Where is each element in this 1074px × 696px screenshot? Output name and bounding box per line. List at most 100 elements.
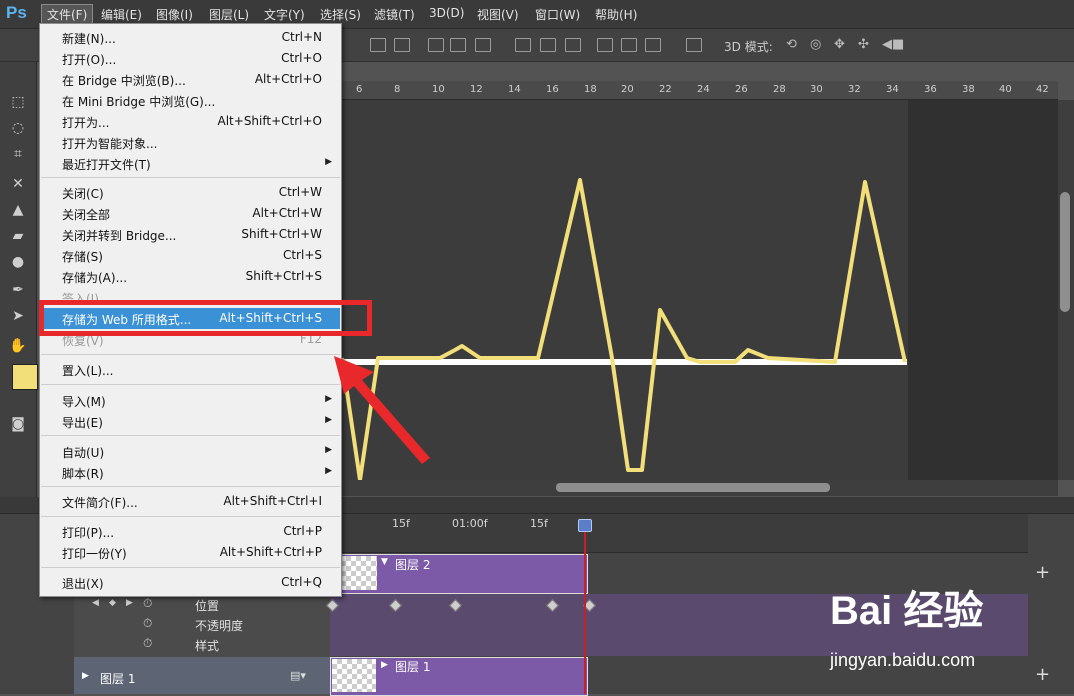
stamp-tool-icon[interactable]: ▲ (8, 200, 28, 220)
style-property-label: 样式 (195, 639, 220, 653)
distribute-vcenter-icon[interactable] (540, 38, 556, 52)
menu-item-print[interactable]: 打印(P)... Ctrl+P (41, 521, 340, 542)
menu-item-label: 置入(L)... (62, 364, 114, 378)
submenu-arrow-icon: ▶ (325, 157, 332, 167)
playhead-handle[interactable] (578, 519, 592, 532)
menu-item-close-all[interactable]: 关闭全部 Alt+Ctrl+W (41, 203, 340, 224)
menu-item-browse-bridge[interactable]: 在 Bridge 中浏览(B)... Alt+Ctrl+O (41, 69, 340, 90)
ruler-tick: 36 (924, 84, 937, 95)
menu-edit[interactable]: 编辑(E) (101, 6, 142, 23)
menu-item-open-as[interactable]: 打开为... Alt+Shift+Ctrl+O (41, 111, 340, 132)
align-left-icon[interactable] (428, 38, 444, 52)
distribute-top-icon[interactable] (515, 38, 531, 52)
hand-tool-icon[interactable]: ✋ (8, 336, 28, 356)
menu-item-label: 打印(P)... (62, 526, 115, 540)
layer1-clip-label: 图层 1 (395, 660, 431, 674)
blur-tool-icon[interactable]: ● (8, 252, 28, 272)
crop-tool-icon[interactable]: ⌗ (8, 144, 28, 164)
3d-roll-icon[interactable]: ◎ (810, 37, 821, 52)
next-keyframe-icon[interactable]: ▶ (126, 598, 133, 608)
stopwatch-icon[interactable]: ⏱ (143, 596, 152, 611)
add-keyframe-icon[interactable]: ◆ (109, 598, 116, 608)
expand-triangle-icon[interactable]: ▶ (82, 671, 89, 681)
timeline-ruler[interactable] (330, 514, 1028, 553)
menu-filter[interactable]: 滤镜(T) (374, 6, 415, 23)
stopwatch-icon[interactable]: ⏱ (143, 636, 152, 651)
3d-scale-icon[interactable]: ◀■ (882, 37, 904, 52)
layer2-thumbnail (341, 556, 377, 590)
marquee-tool-icon[interactable]: ⬚ (8, 92, 28, 112)
ruler-tick: 10 (432, 84, 445, 95)
menu-item-export[interactable]: 导出(E) ▶ (41, 411, 340, 432)
ruler-tick: 20 (621, 84, 634, 95)
menu-item-print-one[interactable]: 打印一份(Y) Alt+Shift+Ctrl+P (41, 542, 340, 563)
menu-item-shortcut: Alt+Shift+Ctrl+I (223, 494, 322, 508)
vertical-scroll-thumb[interactable] (1060, 192, 1070, 312)
menu-item-automate[interactable]: 自动(U) ▶ (41, 441, 340, 462)
menu-file[interactable]: 文件(F) (41, 4, 94, 25)
menu-item-shortcut: Ctrl+S (282, 248, 322, 262)
3d-rotate-icon[interactable]: ⟲ (786, 37, 797, 52)
ruler-tick: 16 (546, 84, 559, 95)
menu-item-close-go-bridge[interactable]: 关闭并转到 Bridge... Shift+Ctrl+W (41, 224, 340, 245)
3d-pan-icon[interactable]: ✥ (834, 37, 845, 52)
expand-triangle-icon[interactable]: ▶ (381, 660, 388, 670)
menu-item-label: 关闭(C) (62, 187, 104, 201)
menu-item-place[interactable]: 置入(L)... (41, 359, 340, 380)
menu-item-label: 在 Bridge 中浏览(B)... (62, 74, 186, 88)
menu-item-label: 自动(U) (62, 446, 105, 460)
menu-item-label: 文件简介(F)... (62, 496, 138, 510)
horizontal-scroll-thumb[interactable] (556, 483, 830, 492)
menu-item-recent-files[interactable]: 最近打开文件(T) ▶ (41, 153, 340, 174)
align-top-icon[interactable] (370, 38, 386, 52)
align-vcenter-icon[interactable] (394, 38, 410, 52)
menu-help[interactable]: 帮助(H) (595, 6, 637, 23)
menu-item-close[interactable]: 关闭(C) Ctrl+W (41, 182, 340, 203)
menu-item-scripts[interactable]: 脚本(R) ▶ (41, 462, 340, 483)
menu-item-new[interactable]: 新建(N)... Ctrl+N (41, 27, 340, 48)
lasso-tool-icon[interactable]: ◌ (8, 118, 28, 138)
menu-item-browse-mini-bridge[interactable]: 在 Mini Bridge 中浏览(G)... (41, 90, 340, 111)
menu-type[interactable]: 文字(Y) (264, 6, 305, 23)
distribute-hcenter-icon[interactable] (621, 38, 637, 52)
menu-select[interactable]: 选择(S) (320, 6, 361, 23)
menu-item-exit[interactable]: 退出(X) Ctrl+Q (41, 572, 340, 593)
quick-mask-icon[interactable]: ◙ (8, 414, 28, 434)
menu-item-import[interactable]: 导入(M) ▶ (41, 390, 340, 411)
position-property-label: 位置 (195, 599, 220, 613)
distribute-right-icon[interactable] (645, 38, 661, 52)
add-media-icon[interactable]: + (1035, 562, 1050, 583)
menu-separator (41, 516, 340, 517)
menu-layer[interactable]: 图层(L) (209, 6, 249, 23)
menu-window[interactable]: 窗口(W) (535, 6, 580, 23)
align-right-icon[interactable] (475, 38, 491, 52)
add-media-icon[interactable]: + (1035, 664, 1050, 685)
menu-view[interactable]: 视图(V) (477, 6, 519, 23)
menu-separator (41, 354, 340, 355)
foreground-color-swatch[interactable] (12, 364, 38, 390)
distribute-bottom-icon[interactable] (565, 38, 581, 52)
distribute-left-icon[interactable] (597, 38, 613, 52)
menu-item-open-smart-object[interactable]: 打开为智能对象... (41, 132, 340, 153)
menu-item-save[interactable]: 存储(S) Ctrl+S (41, 245, 340, 266)
menu-3d[interactable]: 3D(D) (429, 6, 464, 20)
film-icon[interactable]: ▤▾ (290, 669, 306, 682)
menu-image[interactable]: 图像(I) (156, 6, 193, 23)
selection-arrow-icon[interactable]: ➤ (8, 306, 28, 326)
auto-align-icon[interactable] (686, 38, 702, 52)
ruler-tick: 32 (848, 84, 861, 95)
baidu-watermark: Bai 经验 (830, 589, 984, 633)
align-hcenter-icon[interactable] (450, 38, 466, 52)
3d-slide-icon[interactable]: ✣ (858, 37, 869, 52)
menu-item-open[interactable]: 打开(O)... Ctrl+O (41, 48, 340, 69)
menu-item-save-as[interactable]: 存储为(A)... Shift+Ctrl+S (41, 266, 340, 287)
stopwatch-icon[interactable]: ⏱ (143, 616, 152, 631)
menu-item-file-info[interactable]: 文件简介(F)... Alt+Shift+Ctrl+I (41, 491, 340, 512)
menu-item-shortcut: Ctrl+P (283, 524, 322, 538)
expand-triangle-icon[interactable]: ▼ (381, 557, 388, 567)
prev-keyframe-icon[interactable]: ◀ (92, 598, 99, 608)
pen-tool-icon[interactable]: ✒ (8, 280, 28, 300)
eraser-tool-icon[interactable]: ▰ (8, 226, 28, 246)
healing-tool-icon[interactable]: ✕ (8, 174, 28, 194)
ruler-tick: 24 (697, 84, 710, 95)
